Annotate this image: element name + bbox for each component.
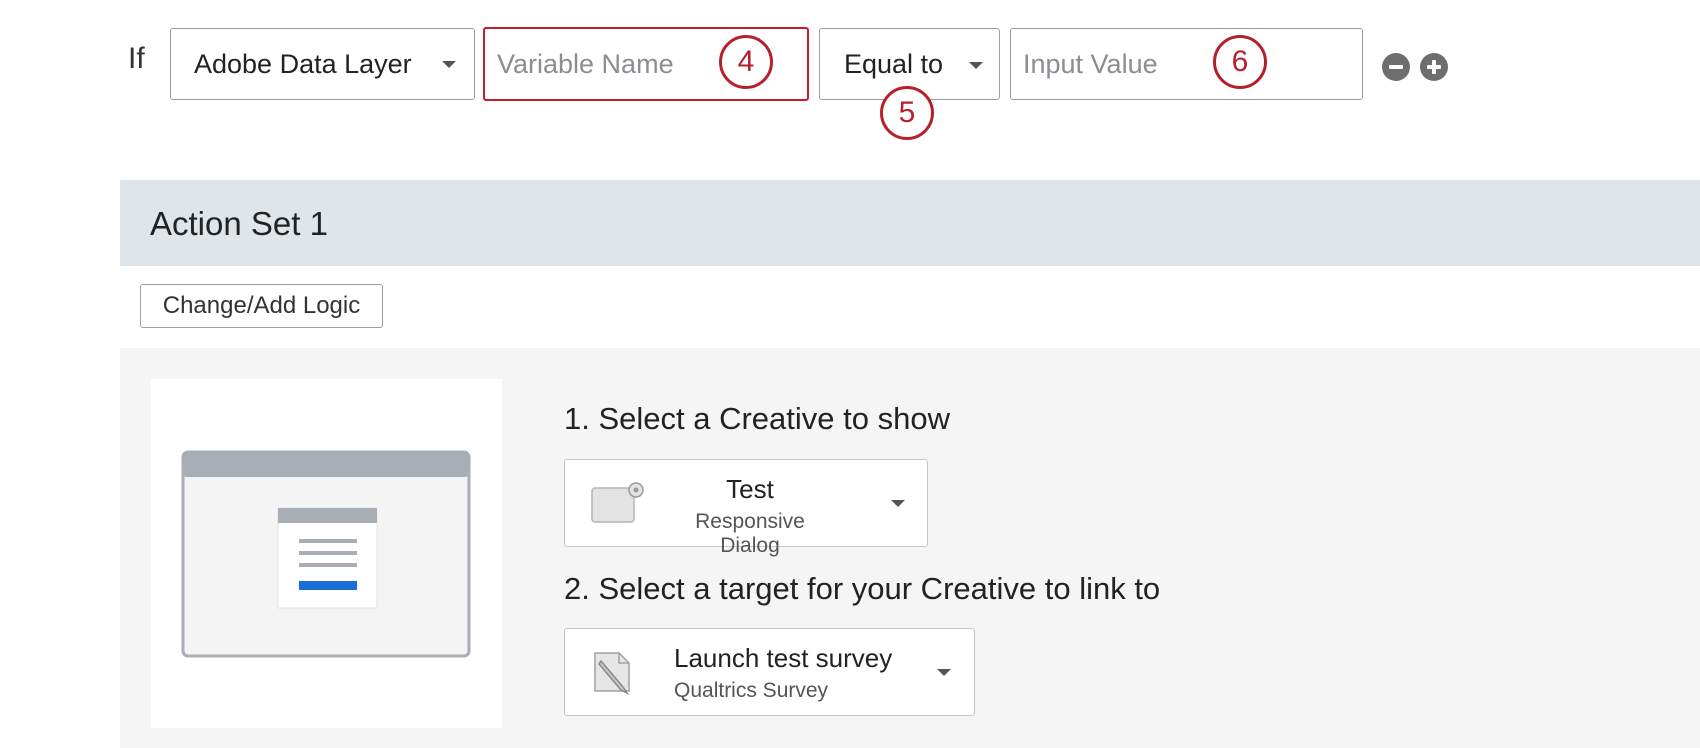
step2-label: 2. Select a target for your Creative to … (564, 571, 1161, 606)
chevron-down-icon (891, 500, 905, 507)
step-badge-4: 4 (719, 35, 773, 89)
minus-circle-icon[interactable] (1382, 53, 1410, 81)
chevron-down-icon (937, 669, 951, 676)
creative-preview-card (151, 379, 502, 728)
action-set-header (120, 180, 1700, 266)
chevron-down-icon (969, 62, 983, 69)
operator-select-value: Equal to (844, 48, 944, 79)
input-value-placeholder: Input Value (1023, 48, 1158, 79)
target-title: Launch test survey (674, 643, 893, 673)
step-badge-5: 5 (880, 86, 934, 140)
step1-label: 1. Select a Creative to show (564, 401, 950, 436)
action-set-title: Action Set 1 (150, 205, 328, 242)
creative-preview-illustration (181, 450, 471, 658)
creative-subtitle: Responsive Dialog (695, 510, 805, 557)
input-value-field[interactable]: Input Value (1010, 28, 1363, 100)
change-add-logic-button[interactable]: Change/Add Logic (140, 284, 383, 328)
plus-circle-icon[interactable] (1420, 53, 1448, 81)
source-select[interactable]: Adobe Data Layer (170, 28, 475, 100)
dialog-icon (591, 482, 644, 523)
chevron-down-icon (442, 61, 456, 68)
if-label: If (128, 42, 145, 75)
creative-select[interactable]: Test Responsive Dialog (564, 459, 928, 557)
source-select-value: Adobe Data Layer (194, 48, 412, 79)
survey-edit-icon (594, 652, 630, 695)
step-badge-6: 6 (1213, 35, 1267, 89)
target-select[interactable]: Launch test survey Qualtrics Survey (564, 628, 975, 716)
target-subtitle: Qualtrics Survey (674, 679, 829, 702)
variable-name-placeholder: Variable Name (497, 48, 674, 79)
creative-title: Test (726, 474, 774, 504)
